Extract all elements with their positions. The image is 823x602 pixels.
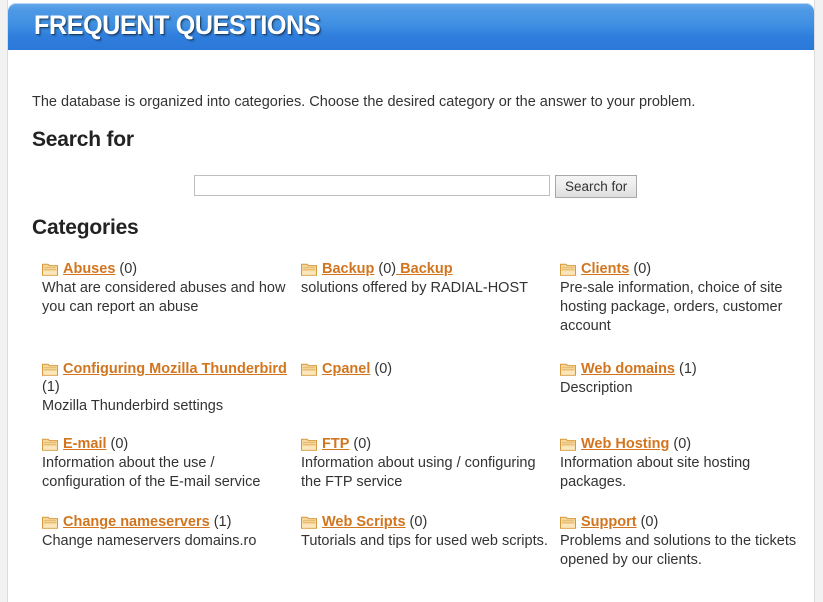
category-item: Web domains (1) Description xyxy=(560,360,808,398)
category-header: Web Hosting (0) xyxy=(560,435,808,453)
category-description: solutions offered by RADIAL-HOST xyxy=(301,280,528,296)
category-header: Change nameservers (1) xyxy=(42,513,290,531)
category-description: Change nameservers domains.ro xyxy=(42,533,257,549)
category-link[interactable]: Configuring Mozilla Thunderbird xyxy=(63,361,287,377)
category-item: Clients (0) Pre-sale information, choice … xyxy=(560,260,808,336)
category-header: E-mail (0) xyxy=(42,435,290,453)
category-count: (1) xyxy=(209,514,232,530)
category-description: Information about the use / configuratio… xyxy=(42,455,261,490)
category-header: Support (0) xyxy=(560,513,808,531)
intro-text: The database is organized into categorie… xyxy=(32,94,696,110)
category-header: Configuring Mozilla Thunderbird (1) xyxy=(42,360,290,396)
search-input[interactable] xyxy=(194,175,550,196)
category-count: (0) xyxy=(629,261,652,277)
page-header-bar: FREQUENT QUESTIONS xyxy=(8,3,814,50)
folder-icon xyxy=(560,363,576,376)
folder-icon xyxy=(42,263,58,276)
category-description: Pre-sale information, choice of site hos… xyxy=(560,280,783,334)
category-item: FTP (0) Information about using / configu… xyxy=(301,435,549,492)
category-item: Support (0) Problems and solutions to the… xyxy=(560,513,808,570)
content-card: FREQUENT QUESTIONS The database is organ… xyxy=(7,0,815,602)
category-header: FTP (0) xyxy=(301,435,549,453)
category-count: (0) xyxy=(370,361,393,377)
category-count: (0) xyxy=(106,436,129,452)
category-item: Web Scripts (0) Tutorials and tips for us… xyxy=(301,513,549,551)
category-count: (0) xyxy=(374,261,397,277)
search-form: Search for xyxy=(194,175,638,198)
category-header: Clients (0) xyxy=(560,260,808,278)
category-description: Description xyxy=(560,380,633,396)
page-content: The database is organized into categorie… xyxy=(8,50,814,602)
category-link[interactable]: Change nameservers xyxy=(63,514,210,530)
folder-icon xyxy=(42,516,58,529)
category-item: Abuses (0) What are considered abuses and… xyxy=(42,260,290,317)
category-count: (0) xyxy=(405,514,428,530)
folder-icon xyxy=(560,516,576,529)
category-description: Problems and solutions to the tickets op… xyxy=(560,533,797,568)
page-background: FREQUENT QUESTIONS The database is organ… xyxy=(0,0,823,602)
category-item: Web Hosting (0) Information about site ho… xyxy=(560,435,808,492)
category-link[interactable]: Cpanel xyxy=(322,361,370,377)
folder-icon xyxy=(560,438,576,451)
category-item: E-mail (0) Information about the use / co… xyxy=(42,435,290,492)
category-link[interactable]: E-mail xyxy=(63,436,107,452)
category-item: Change nameservers (1) Change nameservers… xyxy=(42,513,290,551)
category-extra-link[interactable]: Backup xyxy=(396,261,452,277)
category-link[interactable]: Backup xyxy=(322,261,374,277)
category-link[interactable]: Web Hosting xyxy=(581,436,669,452)
category-count: (0) xyxy=(115,261,138,277)
folder-icon xyxy=(301,363,317,376)
category-count: (1) xyxy=(42,379,60,395)
category-count: (0) xyxy=(669,436,692,452)
category-link[interactable]: Clients xyxy=(581,261,629,277)
category-link[interactable]: Abuses xyxy=(63,261,115,277)
category-link[interactable]: Support xyxy=(581,514,637,530)
folder-icon xyxy=(42,438,58,451)
search-heading: Search for xyxy=(32,128,134,151)
folder-icon xyxy=(301,516,317,529)
category-item: Configuring Mozilla Thunderbird (1) Mozil… xyxy=(42,360,290,416)
page-title: FREQUENT QUESTIONS xyxy=(34,10,321,40)
category-count: (1) xyxy=(675,361,697,377)
folder-icon xyxy=(301,263,317,276)
category-link[interactable]: Web Scripts xyxy=(322,514,406,530)
category-link[interactable]: Web domains xyxy=(581,361,675,377)
categories-heading: Categories xyxy=(32,216,139,239)
search-button[interactable]: Search for xyxy=(555,175,638,198)
category-item: Backup (0) Backup solutions offered by RA… xyxy=(301,260,549,298)
category-header: Web domains (1) xyxy=(560,360,808,378)
category-header: Web Scripts (0) xyxy=(301,513,549,531)
folder-icon xyxy=(560,263,576,276)
category-count: (0) xyxy=(349,436,372,452)
category-header: Cpanel (0) xyxy=(301,360,549,378)
category-description: Information about site hosting packages. xyxy=(560,455,751,490)
category-header: Abuses (0) xyxy=(42,260,290,278)
folder-icon xyxy=(301,438,317,451)
category-description: Mozilla Thunderbird settings xyxy=(42,398,224,414)
category-link[interactable]: FTP xyxy=(322,436,349,452)
category-description: Tutorials and tips for used web scripts. xyxy=(301,533,548,549)
category-item: Cpanel (0) xyxy=(301,360,549,378)
category-description: Information about using / configuring th… xyxy=(301,455,536,490)
category-count: (0) xyxy=(636,514,659,530)
category-header: Backup (0) Backup xyxy=(301,260,549,278)
category-description: What are considered abuses and how you c… xyxy=(42,280,286,315)
folder-icon xyxy=(42,363,58,376)
